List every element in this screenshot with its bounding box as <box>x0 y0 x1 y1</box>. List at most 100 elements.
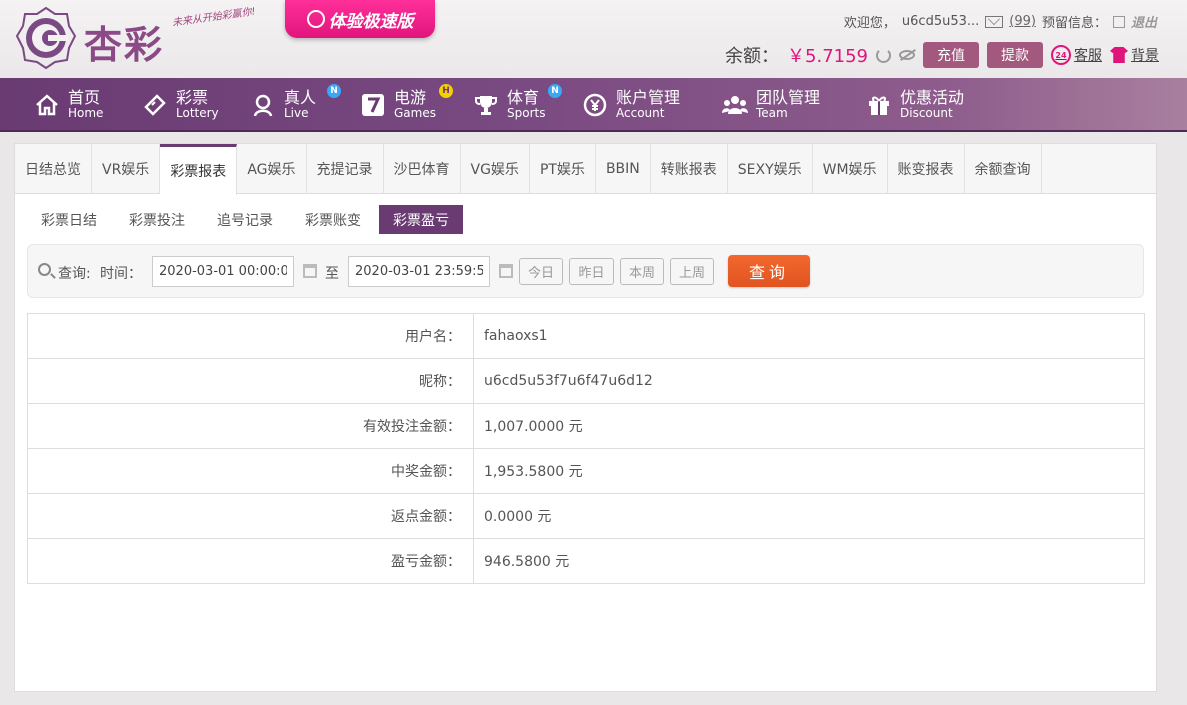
tab-vr[interactable]: VR娱乐 <box>92 144 161 194</box>
service-label: 客服 <box>1074 48 1102 64</box>
nav-sports-cn: 体育 <box>507 88 540 108</box>
nav-home-en: Home <box>68 106 104 121</box>
nav-discount-cn: 优惠活动 <box>900 88 965 108</box>
home-icon <box>36 94 58 116</box>
balance-value: ￥5.7159 <box>787 46 868 67</box>
search-button[interactable]: 查询 <box>728 255 810 287</box>
nav-games-badge: H <box>439 84 453 98</box>
gift-icon <box>869 96 889 115</box>
nav-account[interactable]: 账户管理 Account <box>582 78 680 132</box>
nav-live-badge: N <box>327 84 341 98</box>
tab-wm[interactable]: WM娱乐 <box>813 144 888 194</box>
header: 杏彩 未来从开始彩赢你! 体验极速版 欢迎您， u6cd5u53... (99)… <box>0 0 1187 78</box>
tab-deposit-withdraw[interactable]: 充提记录 <box>307 144 384 194</box>
nav-sports[interactable]: 体育 Sports <box>473 78 545 132</box>
table-row: 有效投注金额： 1,007.0000 元 <box>27 403 1145 449</box>
nav-games-en: Games <box>394 106 436 121</box>
logo-icon[interactable] <box>15 6 77 70</box>
report-panel: 日结总览 VR娱乐 彩票报表 AG娱乐 充提记录 沙巴体育 VG娱乐 PT娱乐 … <box>14 143 1157 692</box>
table-row: 用户名： fahaoxs1 <box>27 313 1145 359</box>
nav-lottery[interactable]: 彩票 Lottery <box>142 78 219 132</box>
mail-icon[interactable] <box>985 15 1004 28</box>
speed-version-button[interactable]: 体验极速版 <box>285 0 435 38</box>
nav-account-en: Account <box>616 106 665 121</box>
calendar-icon[interactable] <box>303 264 317 278</box>
query-bar: 查询: 时间： 至 今日 昨日 本周 上周 查询 <box>27 244 1144 298</box>
nav-team[interactable]: 团队管理 Team <box>722 78 820 132</box>
hide-balance-icon[interactable] <box>899 50 915 60</box>
nav-home-cn: 首页 <box>68 88 101 108</box>
row-value: 0.0000 元 <box>473 493 1145 539</box>
yesterday-button[interactable]: 昨日 <box>569 258 614 285</box>
withdraw-button[interactable]: 提款 <box>987 42 1043 68</box>
service-24-icon: 24 <box>1051 45 1071 65</box>
tab-lottery-report[interactable]: 彩票报表 <box>160 144 238 195</box>
time-label: 时间： <box>100 266 142 282</box>
sub-tabs: 彩票日结 彩票投注 追号记录 彩票账变 彩票盈亏 <box>27 205 463 234</box>
nav-discount-en: Discount <box>900 106 953 121</box>
tab-bbin[interactable]: BBIN <box>596 144 651 194</box>
background-link[interactable]: 背景 <box>1110 45 1159 65</box>
nav-live-en: Live <box>284 106 309 121</box>
query-label: 查询: <box>58 266 91 282</box>
speed-icon <box>306 10 325 28</box>
tab-sexy[interactable]: SEXY娱乐 <box>728 144 813 194</box>
tab-pt[interactable]: PT娱乐 <box>530 144 596 194</box>
start-time-input[interactable] <box>152 256 294 287</box>
nav-discount[interactable]: 优惠活动 Discount <box>866 78 964 132</box>
row-value: 1,007.0000 元 <box>473 403 1145 449</box>
nav-home[interactable]: 首页 Home <box>34 78 103 132</box>
background-label: 背景 <box>1131 48 1159 64</box>
table-row: 返点金额： 0.0000 元 <box>27 493 1145 539</box>
nav-account-cn: 账户管理 <box>616 88 681 108</box>
row-key: 中奖金额： <box>27 448 474 494</box>
subtab-lottery-daily[interactable]: 彩票日结 <box>27 205 111 234</box>
today-button[interactable]: 今日 <box>519 258 563 285</box>
row-key: 有效投注金额： <box>27 403 474 449</box>
customer-service-link[interactable]: 24 客服 <box>1051 45 1102 65</box>
row-value: 1,953.5800 元 <box>473 448 1145 494</box>
end-time-input[interactable] <box>348 256 490 287</box>
speed-version-label: 体验极速版 <box>328 11 414 32</box>
logout-link[interactable]: 退出 <box>1131 12 1157 31</box>
tab-daily-summary[interactable]: 日结总览 <box>15 144 92 194</box>
row-key: 盈亏金额： <box>27 538 474 584</box>
brand-name: 杏彩 <box>84 22 165 67</box>
tab-vg[interactable]: VG娱乐 <box>461 144 530 194</box>
username[interactable]: u6cd5u53... <box>902 14 979 29</box>
last-week-button[interactable]: 上周 <box>670 258 714 285</box>
subtab-lottery-account-change[interactable]: 彩票账变 <box>291 205 375 234</box>
to-label: 至 <box>325 266 339 282</box>
tab-transfer-report[interactable]: 转账报表 <box>651 144 728 194</box>
balance-row: 余额： ￥5.7159 充值 提款 24 客服 背景 <box>725 42 1159 68</box>
trophy-icon <box>475 96 497 115</box>
this-week-button[interactable]: 本周 <box>620 258 664 285</box>
nav-sports-en: Sports <box>507 106 546 121</box>
team-icon <box>722 96 748 114</box>
row-value: fahaoxs1 <box>473 313 1145 359</box>
tab-balance-query[interactable]: 余额查询 <box>965 144 1042 194</box>
subtab-lottery-bets[interactable]: 彩票投注 <box>115 205 199 234</box>
edit-icon[interactable] <box>1112 15 1125 28</box>
mail-count[interactable]: (99) <box>1009 14 1036 29</box>
balance-label: 余额： <box>725 46 780 67</box>
deposit-button[interactable]: 充值 <box>923 42 979 68</box>
subtab-lottery-profit-loss[interactable]: 彩票盈亏 <box>379 205 463 234</box>
search-icon <box>38 263 51 276</box>
tab-account-change[interactable]: 账变报表 <box>888 144 965 194</box>
nav-lottery-cn: 彩票 <box>176 88 209 108</box>
nav-live[interactable]: 真人 Live <box>250 78 316 132</box>
yen-icon <box>583 93 607 117</box>
lady-icon <box>253 94 273 117</box>
nav-games-cn: 电游 <box>394 88 427 108</box>
subtab-chase-records[interactable]: 追号记录 <box>203 205 287 234</box>
row-key: 返点金额： <box>27 493 474 539</box>
nav-games[interactable]: 电游 Games <box>360 78 436 132</box>
nav-team-en: Team <box>756 106 788 121</box>
nav-sports-badge: N <box>548 84 562 98</box>
refresh-icon[interactable] <box>876 47 891 63</box>
calendar-icon[interactable] <box>499 264 513 278</box>
tab-saba-sports[interactable]: 沙巴体育 <box>384 144 461 194</box>
tab-ag[interactable]: AG娱乐 <box>237 144 307 194</box>
top-info: 欢迎您， u6cd5u53... (99) 预留信息： 退出 <box>844 12 1157 31</box>
